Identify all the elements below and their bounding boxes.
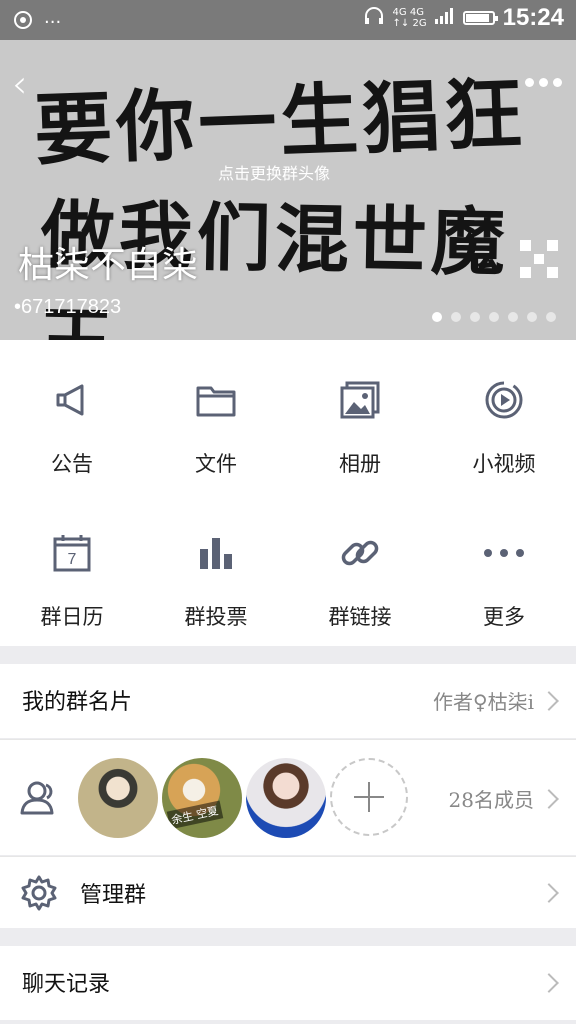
more-icon: [482, 531, 526, 575]
notification-icon: [12, 9, 34, 36]
feature-calendar[interactable]: 7 群日历: [0, 493, 144, 646]
feature-album[interactable]: 相册: [288, 340, 432, 493]
feature-label: 群投票: [184, 605, 248, 629]
signal-icon: [434, 8, 455, 28]
status-bar: ··· 4G 4G ↑↓ 2G 15:24: [0, 0, 576, 40]
my-group-card-value: 作者♀枯柒i: [432, 690, 534, 714]
avatar-caption: 余生 空夏: [166, 800, 223, 830]
folder-icon: [194, 378, 238, 422]
feature-video[interactable]: 小视频: [432, 340, 576, 493]
page-dot: [489, 312, 499, 322]
plus-icon: [354, 782, 384, 812]
change-avatar-hint[interactable]: 点击更换群头像: [218, 160, 330, 184]
feature-label: 群链接: [328, 605, 392, 629]
page-dot: [527, 312, 537, 322]
feature-announcement[interactable]: 公告: [0, 340, 144, 493]
qr-code-icon[interactable]: [520, 240, 558, 278]
back-icon[interactable]: ‹: [12, 62, 27, 106]
chevron-right-icon: [539, 789, 559, 809]
feature-label: 更多: [483, 605, 525, 629]
feature-label: 文件: [195, 452, 237, 476]
feature-label: 小视频: [472, 452, 536, 476]
page-dot: [470, 312, 480, 322]
chat-history-row[interactable]: 聊天记录: [0, 946, 576, 1020]
calendar-icon: 7: [50, 531, 94, 575]
manage-group-label: 管理群: [80, 883, 147, 908]
chat-history-label: 聊天记录: [22, 972, 111, 997]
member-avatar[interactable]: [78, 758, 158, 838]
add-member-button[interactable]: [330, 758, 408, 836]
chevron-right-icon: [539, 973, 559, 993]
headphones-icon: [363, 5, 385, 31]
group-features-grid: 公告 文件 相册 小视频 7 群日历 群投票 群链接 更多: [0, 340, 576, 646]
feature-files[interactable]: 文件: [144, 340, 288, 493]
group-banner[interactable]: 要你一生猖狂 做我们混世魔王 ‹ 点击更换群头像 枯柒不自柒 •67171782…: [0, 40, 576, 340]
my-group-card-label: 我的群名片: [22, 690, 133, 715]
page-dot: [451, 312, 461, 322]
calendar-day-number: 7: [68, 551, 77, 568]
banner-page-indicator: [432, 312, 556, 322]
member-avatar[interactable]: 余生 空夏: [162, 758, 242, 838]
page-dot: [508, 312, 518, 322]
feature-label: 相册: [339, 452, 381, 476]
my-group-card-row[interactable]: 我的群名片 作者♀枯柒i: [0, 664, 576, 738]
more-options-icon[interactable]: [525, 78, 562, 87]
feature-vote[interactable]: 群投票: [144, 493, 288, 646]
group-name: 枯柒不自柒: [18, 245, 199, 286]
battery-icon: [462, 11, 498, 25]
gear-icon: [20, 874, 58, 916]
network-indicator: 4G 4G ↑↓ 2G: [392, 7, 427, 29]
feature-label: 公告: [51, 452, 93, 476]
chevron-right-icon: [539, 691, 559, 711]
announcement-icon: [50, 378, 94, 422]
group-id: •671717823: [14, 296, 122, 318]
album-icon: [338, 378, 382, 422]
overflow-notifications-icon: ···: [44, 12, 62, 33]
members-row[interactable]: 余生 空夏 28名成员: [0, 739, 576, 855]
page-dot: [546, 312, 556, 322]
page-dot: [432, 312, 442, 322]
feature-link[interactable]: 群链接: [288, 493, 432, 646]
members-icon: [20, 780, 58, 820]
member-count: 28名成员: [448, 788, 534, 812]
member-avatar[interactable]: [246, 758, 326, 838]
feature-label: 群日历: [40, 605, 104, 629]
chevron-right-icon: [539, 883, 559, 903]
manage-group-row[interactable]: 管理群: [0, 856, 576, 928]
vote-icon: [194, 531, 238, 575]
clock: 15:24: [502, 4, 564, 31]
feature-more[interactable]: 更多: [432, 493, 576, 646]
link-icon: [338, 531, 382, 575]
video-icon: [482, 378, 526, 422]
